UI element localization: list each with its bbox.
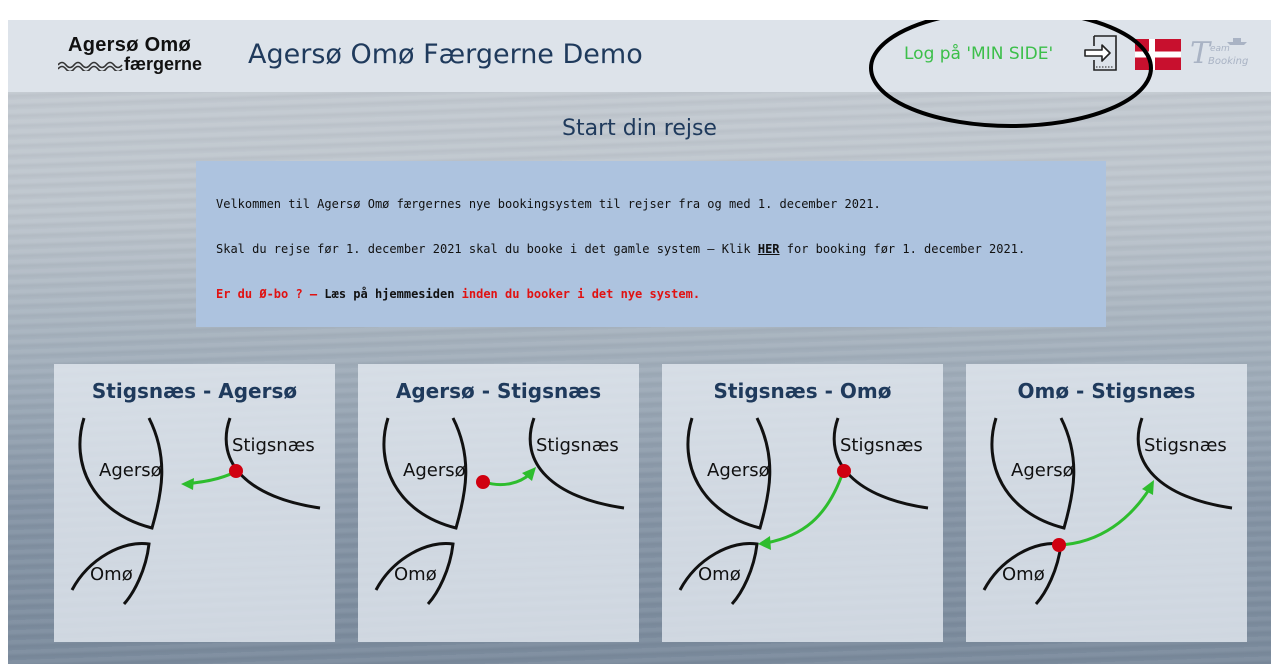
route-map: Agersø Stigsnæs Omø [982,417,1233,606]
info-old-system-before: Skal du rejse før 1. december 2021 skal … [216,242,758,256]
map-label-omo: Omø [698,564,741,585]
team-booking-logo-T: T [1190,36,1211,71]
login-icon[interactable] [1084,34,1120,72]
map-label-agerso: Agersø [403,460,466,481]
login-min-side-link[interactable]: Log på 'MIN SIDE' [904,44,1053,64]
islander-question: Er du Ø-bo ? – [216,287,325,301]
route-map: Agersø Stigsnæs Omø [70,417,321,606]
info-welcome-text: Velkommen til Agersø Omø færgernes nye b… [216,197,881,211]
team-booking-logo: T eam Booking [1190,36,1252,72]
old-system-link[interactable]: HER [758,242,780,256]
route-card-agerso-stigsnaes[interactable]: Agersø - Stigsnæs Agersø Stigsnæs Omø [358,364,639,642]
route-title: Stigsnæs - Agersø [91,379,298,403]
map-label-stigsnaes: Stigsnæs [232,435,315,456]
map-label-stigsnaes: Stigsnæs [1144,435,1227,456]
page-frame: Agersø Omø færgerne Agersø Omø Færgerne … [8,20,1271,664]
route-card-omo-stigsnaes[interactable]: Omø - Stigsnæs Agersø Stigsnæs Omø [966,364,1247,642]
route-map: Agersø Stigsnæs Omø [374,417,625,606]
ship-icon [1227,38,1247,45]
map-label-omo: Omø [394,564,437,585]
info-old-system-text: Skal du rejse før 1. december 2021 skal … [216,242,1025,256]
homepage-link[interactable]: Læs på hjemmesiden [324,287,454,301]
route-map: Agersø Stigsnæs Omø [678,417,929,606]
map-label-omo: Omø [1002,564,1045,585]
map-label-agerso: Agersø [707,460,770,481]
site-logo[interactable]: Agersø Omø færgerne [58,34,218,78]
map-label-agerso: Agersø [99,460,162,481]
route-title: Agersø - Stigsnæs [395,379,602,403]
route-card-stigsnaes-omo[interactable]: Stigsnæs - Omø Agersø Stigsnæs Omø [662,364,943,642]
map-label-omo: Omø [90,564,133,585]
team-booking-logo-booking: Booking [1208,56,1249,67]
logo-text-line2: færgerne [124,54,203,74]
info-box: Velkommen til Agersø Omø færgernes nye b… [196,161,1106,327]
map-label-stigsnaes: Stigsnæs [536,435,619,456]
team-booking-logo-team: eam [1210,44,1230,54]
waves-icon [58,61,123,71]
islander-warning: inden du booker i det nye system. [454,287,701,301]
route-title: Stigsnæs - Omø [713,379,892,403]
map-label-stigsnaes: Stigsnæs [840,435,923,456]
map-label-agerso: Agersø [1011,460,1074,481]
site-title: Agersø Omø Færgerne Demo [248,39,643,70]
danish-flag-icon[interactable] [1135,39,1181,70]
page-heading: Start din rejse [562,116,717,141]
header-bar: Agersø Omø færgerne Agersø Omø Færgerne … [8,20,1271,128]
info-old-system-after: for booking før 1. december 2021. [779,242,1026,256]
route-title: Omø - Stigsnæs [1017,379,1196,403]
info-islander-text: Er du Ø-bo ? – Læs på hjemmesiden inden … [216,287,700,301]
route-card-stigsnaes-agerso[interactable]: Stigsnæs - Agersø Agersø Stigsnæs Omø [54,364,335,642]
